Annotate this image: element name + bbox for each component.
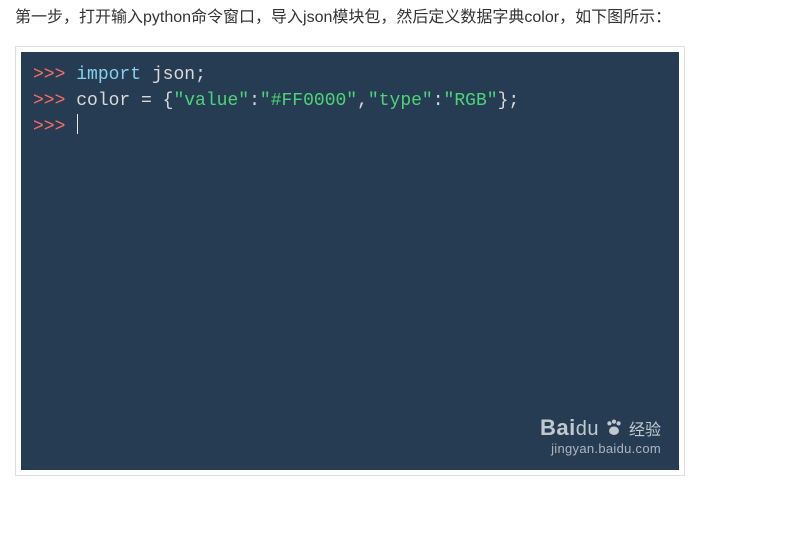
code-line-3: >>> xyxy=(33,114,667,140)
watermark: Baidu 经验 jingyan.baidu.com xyxy=(540,415,661,456)
code-terminal-window: >>> import json; >>> color = {"value":"#… xyxy=(21,52,679,470)
prompt-marker: >>> xyxy=(33,91,76,111)
keyword-import: import xyxy=(76,65,141,85)
space xyxy=(141,65,152,85)
semicolon: ; xyxy=(195,65,206,85)
prompt-marker: >>> xyxy=(33,117,76,137)
right-brace: } xyxy=(498,91,509,111)
watermark-url: jingyan.baidu.com xyxy=(540,441,661,456)
watermark-brand-row: Baidu 经验 xyxy=(540,415,661,441)
watermark-experience-label: 经验 xyxy=(629,416,661,440)
dict-key-value: "value" xyxy=(173,91,249,111)
screenshot-frame: >>> import json; >>> color = {"value":"#… xyxy=(15,46,685,476)
dict-value-ff0000: "#FF0000" xyxy=(260,91,357,111)
dict-value-rgb: "RGB" xyxy=(444,91,498,111)
watermark-text-du: du xyxy=(576,418,599,440)
watermark-brand-bai: Baidu xyxy=(540,415,599,441)
semicolon: ; xyxy=(508,91,519,111)
variable-color: color xyxy=(76,91,130,111)
page-container: 第一步，打开输入python命令窗口，导入json模块包，然后定义数据字典col… xyxy=(0,0,797,476)
equals-operator: = xyxy=(130,91,162,111)
text-cursor-icon xyxy=(77,114,78,134)
paw-icon xyxy=(603,417,625,439)
colon: : xyxy=(433,91,444,111)
dict-key-type: "type" xyxy=(368,91,433,111)
prompt-marker: >>> xyxy=(33,65,76,85)
module-json: json xyxy=(152,65,195,85)
left-brace: { xyxy=(163,91,174,111)
step-instruction-text: 第一步，打开输入python命令窗口，导入json模块包，然后定义数据字典col… xyxy=(15,4,782,32)
colon: : xyxy=(249,91,260,111)
code-line-2: >>> color = {"value":"#FF0000","type":"R… xyxy=(33,88,667,114)
watermark-text-bai: Bai xyxy=(540,415,576,440)
comma: , xyxy=(357,91,368,111)
code-line-1: >>> import json; xyxy=(33,62,667,88)
